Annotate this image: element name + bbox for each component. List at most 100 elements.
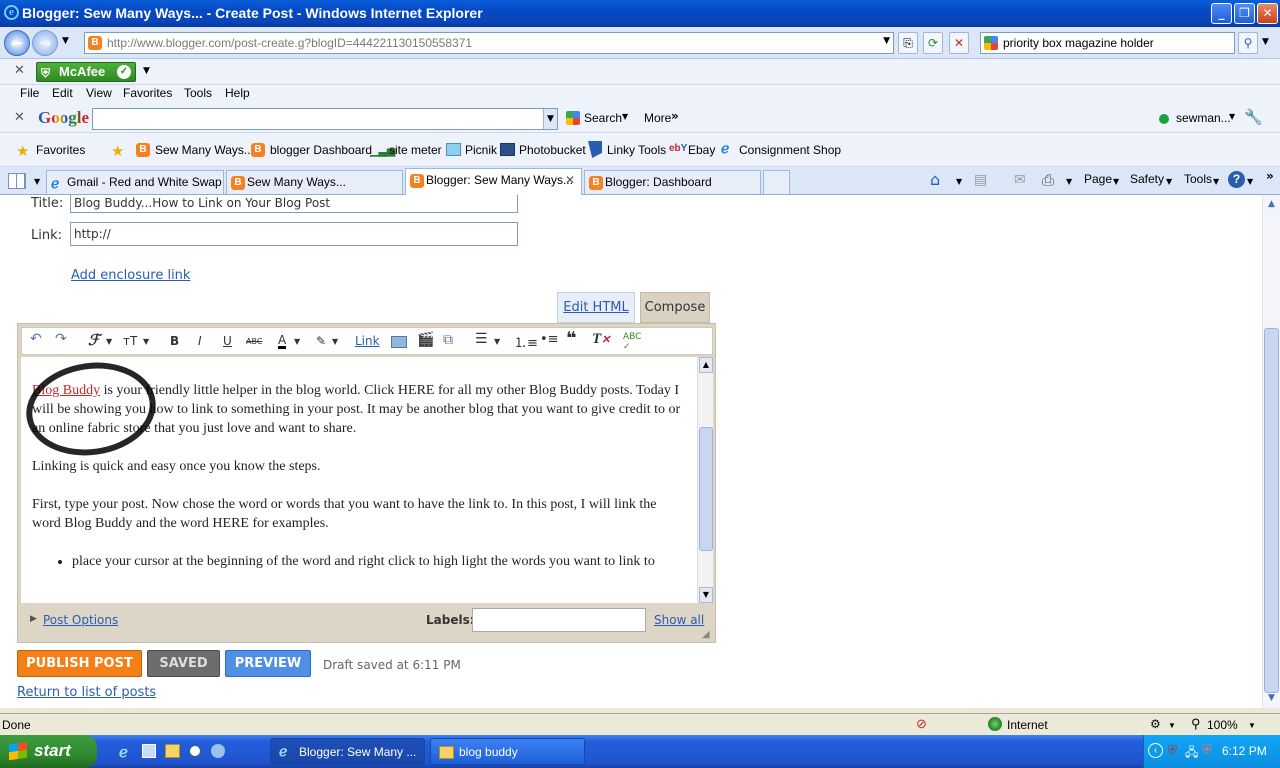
preview-button[interactable]: PREVIEW: [225, 650, 311, 677]
fav-picnik[interactable]: Picnik: [465, 143, 497, 157]
undo-icon[interactable]: ↶: [30, 331, 42, 347]
strikethrough-icon[interactable]: ABC: [246, 337, 262, 346]
add-enclosure-link[interactable]: Add enclosure link: [71, 268, 190, 283]
insert-image-icon[interactable]: [391, 336, 407, 348]
quicklaunch-ie-icon[interactable]: ℯ: [119, 743, 128, 762]
scroll-thumb[interactable]: [699, 427, 713, 551]
highlight-icon[interactable]: ✎: [316, 334, 326, 348]
highlight-dropdown-icon[interactable]: ▼: [332, 337, 338, 346]
wrench-icon[interactable]: 🔧: [1244, 108, 1263, 126]
insert-video-icon[interactable]: 🎬: [417, 332, 434, 348]
home-icon[interactable]: ⌂: [930, 170, 940, 189]
search-options-icon[interactable]: ▼: [1262, 37, 1269, 47]
page-menu[interactable]: Page: [1084, 172, 1112, 186]
page-scrollbar[interactable]: ▲ ▼: [1262, 195, 1280, 708]
start-button[interactable]: start: [0, 735, 97, 768]
spell-check-icon[interactable]: ABC ✓: [623, 332, 641, 352]
close-toolbar-icon[interactable]: ✕: [14, 63, 25, 78]
address-dropdown-icon[interactable]: ▼: [883, 36, 890, 46]
publish-post-button[interactable]: PUBLISH POST: [17, 650, 142, 677]
font-size-dropdown-icon[interactable]: ▼: [143, 337, 149, 346]
scroll-up-icon[interactable]: ▲: [699, 357, 713, 373]
font-size-icon[interactable]: ᴛT: [123, 334, 137, 348]
clock[interactable]: 6:12 PM: [1222, 744, 1267, 758]
safety-menu[interactable]: Safety: [1130, 172, 1164, 186]
compose-tab[interactable]: Compose: [640, 292, 710, 323]
menu-favorites[interactable]: Favorites: [123, 86, 172, 100]
menu-tools[interactable]: Tools: [184, 86, 212, 100]
minimize-button[interactable]: _: [1211, 3, 1232, 24]
post-title-input[interactable]: Blog Buddy...How to Link on Your Blog Po…: [70, 195, 518, 213]
zoom-icon[interactable]: ⚲: [1191, 716, 1201, 732]
page-dropdown-icon[interactable]: ▼: [1113, 177, 1119, 186]
font-dropdown-icon[interactable]: ▼: [106, 337, 112, 346]
scroll-thumb[interactable]: [1264, 328, 1279, 693]
print-dropdown-icon[interactable]: ▼: [1066, 177, 1072, 186]
task-blog-buddy[interactable]: blog buddy: [430, 738, 585, 765]
editor-scrollbar[interactable]: ▲ ▼: [697, 357, 713, 603]
fav-site-meter[interactable]: site meter: [389, 143, 442, 157]
menu-view[interactable]: View: [86, 86, 112, 100]
tab-blogger-create-post[interactable]: B Blogger: Sew Many Ways... ✕: [405, 168, 582, 195]
protected-mode-dropdown-icon[interactable]: ▼: [1168, 721, 1176, 730]
mcafee-dropdown-icon[interactable]: ▼: [143, 66, 150, 76]
tools-dropdown-icon[interactable]: ▼: [1213, 177, 1219, 186]
link-button[interactable]: Link: [355, 334, 380, 348]
tray-mcafee-icon[interactable]: ⛨: [1168, 743, 1177, 758]
text-color-dropdown-icon[interactable]: ▼: [294, 337, 300, 346]
italic-icon[interactable]: I: [198, 334, 202, 348]
help-dropdown-icon[interactable]: ▼: [1247, 177, 1253, 186]
close-tab-icon[interactable]: ✕: [565, 173, 575, 187]
help-icon[interactable]: ?: [1228, 171, 1245, 188]
text-color-icon[interactable]: A: [278, 334, 287, 349]
jump-break-icon[interactable]: ⧉: [443, 332, 453, 348]
close-google-toolbar-icon[interactable]: ✕: [14, 110, 25, 125]
search-button-dropdown-icon[interactable]: ▼: [622, 112, 628, 121]
menu-file[interactable]: File: [20, 86, 39, 100]
menu-edit[interactable]: Edit: [52, 86, 73, 100]
stop-icon[interactable]: ✕: [949, 32, 969, 54]
quicklaunch-desktop-icon[interactable]: [142, 744, 156, 758]
fav-linky-tools[interactable]: Linky Tools: [607, 143, 666, 157]
show-all-link[interactable]: Show all: [654, 613, 704, 627]
maximize-button[interactable]: ❐: [1234, 3, 1255, 24]
mcafee-site-advisor[interactable]: ⛨ McAfee ✓: [36, 62, 136, 82]
tab-list-dropdown-icon[interactable]: ▼: [34, 177, 40, 186]
search-go-icon[interactable]: ⚲: [1238, 32, 1258, 54]
fav-ebay[interactable]: Ebay: [688, 143, 715, 157]
fav-sew-many-ways[interactable]: Sew Many Ways..: [155, 143, 251, 157]
google-search-dropdown-icon[interactable]: ▼: [543, 109, 557, 129]
refresh-icon[interactable]: ⟳: [923, 32, 943, 54]
compatibility-view-icon[interactable]: ⎘: [898, 32, 918, 54]
edit-html-tab[interactable]: Edit HTML: [557, 292, 635, 323]
post-options-link[interactable]: Post Options: [43, 613, 118, 627]
tools-menu[interactable]: Tools: [1184, 172, 1212, 186]
redo-icon[interactable]: ↷: [55, 331, 67, 347]
fav-photobucket[interactable]: Photobucket: [519, 143, 586, 157]
tray-network-icon[interactable]: 🖧: [1185, 743, 1198, 764]
tray-security-icon[interactable]: ⛨: [1202, 742, 1212, 758]
saved-button[interactable]: SAVED: [147, 650, 220, 677]
print-icon[interactable]: ⎙: [1042, 171, 1054, 189]
alignment-dropdown-icon[interactable]: ▼: [494, 337, 500, 346]
scroll-up-icon[interactable]: ▲: [1264, 199, 1279, 214]
new-tab-button[interactable]: [763, 170, 790, 194]
add-favorite-icon[interactable]: ★: [111, 142, 124, 160]
quick-tabs-icon[interactable]: [8, 173, 26, 189]
quicklaunch-folder-icon[interactable]: [165, 744, 180, 758]
back-button[interactable]: ←: [4, 30, 30, 56]
toolbar-overflow-icon[interactable]: »: [1266, 169, 1274, 183]
quicklaunch-media-icon[interactable]: [188, 744, 202, 758]
privacy-icon[interactable]: ⊘: [916, 716, 927, 732]
fav-consignment-shop[interactable]: Consignment Shop: [739, 143, 841, 157]
safety-dropdown-icon[interactable]: ▼: [1166, 177, 1172, 186]
search-box[interactable]: priority box magazine holder: [980, 32, 1235, 54]
more-button[interactable]: More: [644, 111, 671, 125]
alignment-icon[interactable]: ☰: [475, 331, 488, 347]
expand-triangle-icon[interactable]: ▶: [30, 614, 37, 624]
bold-icon[interactable]: B: [170, 334, 179, 348]
mail-icon[interactable]: ✉: [1014, 172, 1026, 188]
close-button[interactable]: ✕: [1257, 3, 1278, 24]
address-bar[interactable]: B http://www.blogger.com/post-create.g?b…: [84, 32, 894, 54]
scroll-down-icon[interactable]: ▼: [1264, 693, 1279, 708]
